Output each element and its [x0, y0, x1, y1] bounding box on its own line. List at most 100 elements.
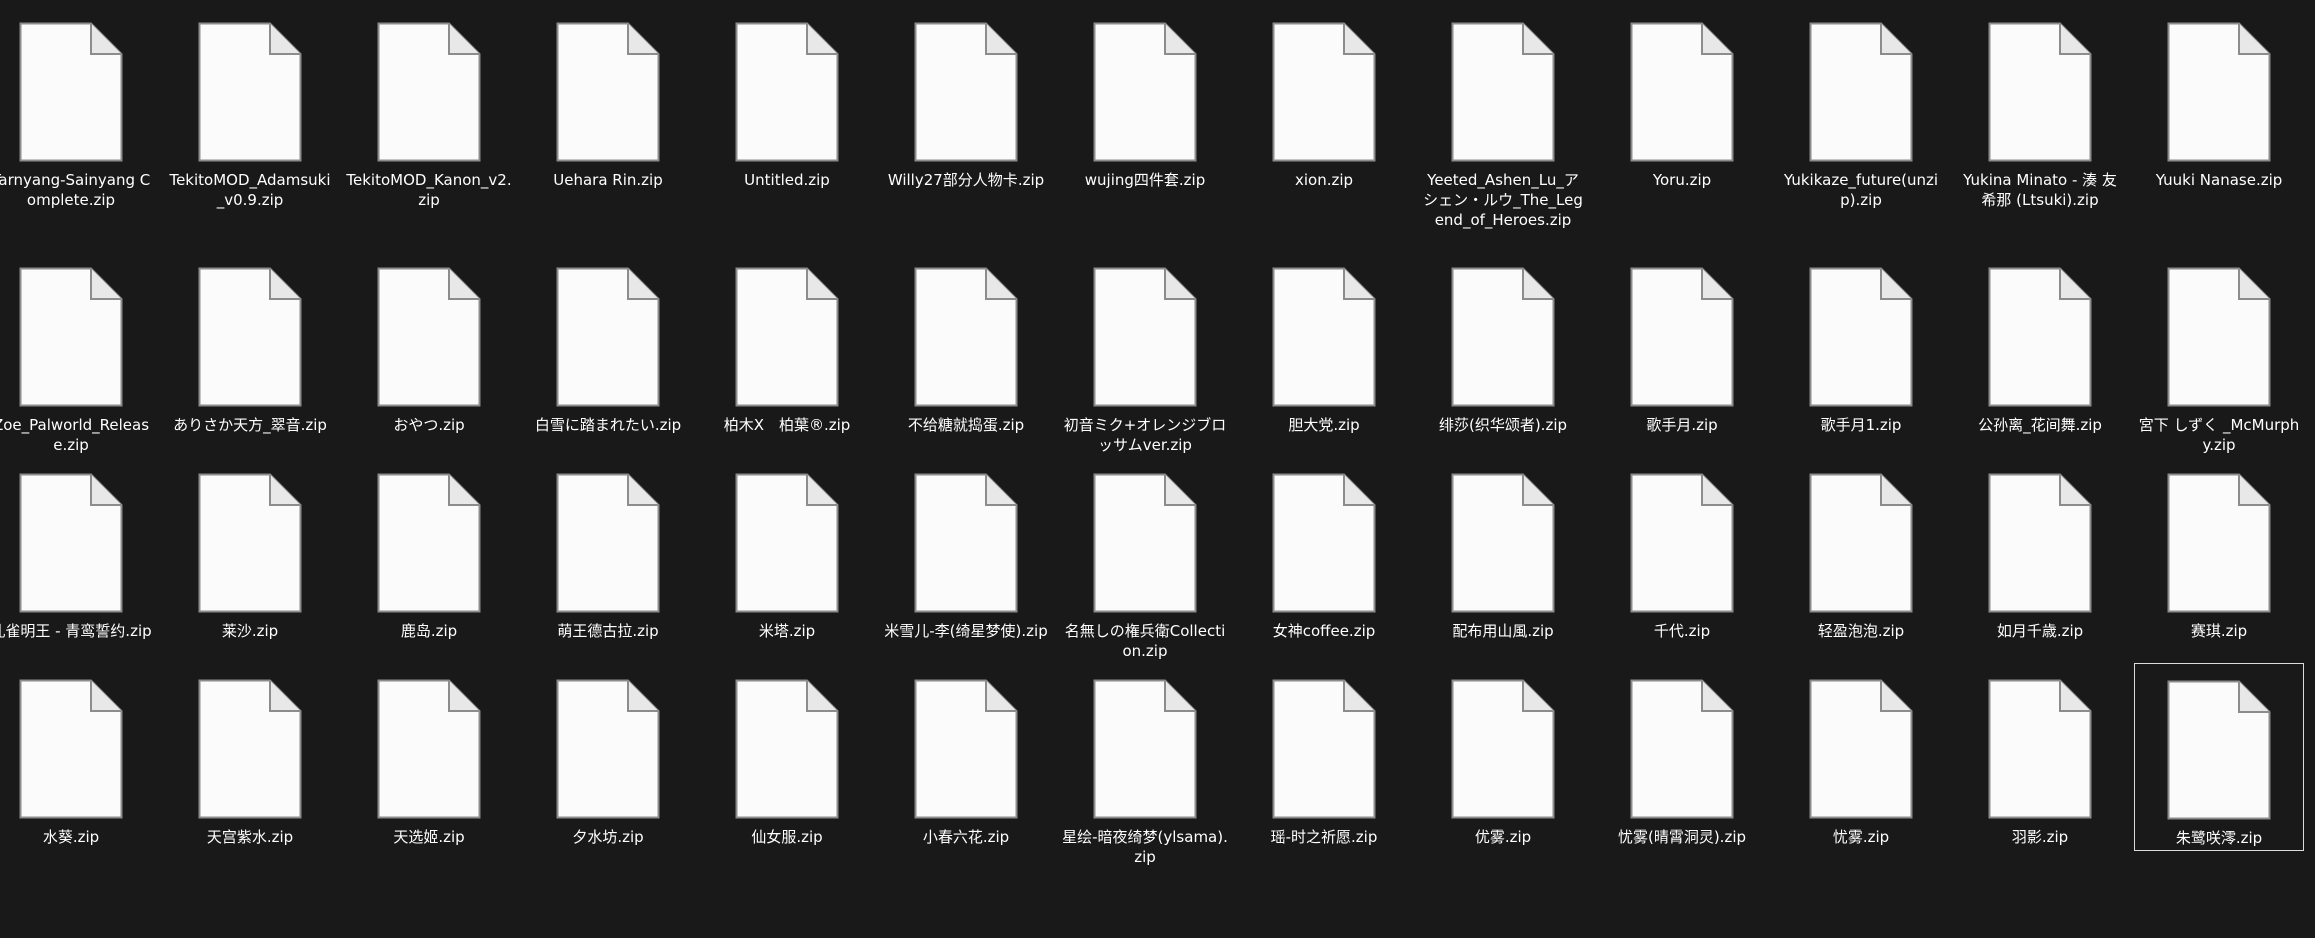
file-name-label: 羽影.zip — [2011, 828, 2069, 846]
file-name-label: 优雾.zip — [1474, 828, 1532, 846]
file-document-icon — [1272, 267, 1376, 407]
file-document-icon — [19, 22, 123, 162]
file-name-label: 轻盈泡泡.zip — [1817, 622, 1905, 640]
file-item[interactable]: 米塔.zip — [702, 457, 872, 691]
file-document-icon — [2167, 22, 2271, 162]
file-item[interactable]: Untitled.zip — [702, 6, 872, 240]
file-name-label: 莱沙.zip — [221, 622, 279, 640]
file-document-icon — [1809, 473, 1913, 613]
file-item[interactable]: 轻盈泡泡.zip — [1776, 457, 1946, 691]
file-name-label: 星绘-暗夜绮梦(ylsama).zip — [1062, 828, 1228, 866]
file-item[interactable]: 羽影.zip — [1955, 663, 2125, 897]
file-item[interactable]: 绯莎(织华颂者).zip — [1418, 251, 1588, 485]
file-name-label: 绯莎(织华颂者).zip — [1438, 416, 1568, 434]
file-item[interactable]: 如月千歳.zip — [1955, 457, 2125, 691]
file-item[interactable]: 胆大党.zip — [1239, 251, 1409, 485]
file-item[interactable]: 公孙离_花间舞.zip — [1955, 251, 2125, 485]
file-item[interactable]: TekitoMOD_Kanon_v2.zip — [344, 6, 514, 240]
file-item[interactable]: 宮下 しずく _McMurphy.zip — [2134, 251, 2304, 485]
file-document-icon — [1630, 267, 1734, 407]
file-item[interactable]: TekitoMOD_Adamsuki_v0.9.zip — [165, 6, 335, 240]
file-name-label: 胆大党.zip — [1288, 416, 1360, 434]
file-name-label: TekitoMOD_Kanon_v2.zip — [346, 171, 512, 209]
file-name-label: 萌王德古拉.zip — [557, 622, 659, 640]
file-item[interactable]: 水葵.zip — [0, 663, 156, 897]
file-name-label: 白雪に踏まれたい.zip — [534, 416, 682, 434]
file-item[interactable]: 孔雀明王 - 青鸾誓约.zip — [0, 457, 156, 691]
file-item[interactable]: Willy27部分人物卡.zip — [881, 6, 1051, 240]
file-item[interactable]: 柏木X 柏葉®.zip — [702, 251, 872, 485]
file-name-label: ありさか天方_翠音.zip — [173, 416, 327, 434]
file-item[interactable]: 不给糖就捣蛋.zip — [881, 251, 1051, 485]
file-document-icon — [914, 267, 1018, 407]
file-document-icon — [1630, 679, 1734, 819]
file-item[interactable]: 萌王德古拉.zip — [523, 457, 693, 691]
file-name-label: 忧雾(晴霄洞灵).zip — [1617, 828, 1747, 846]
file-name-label: 女神coffee.zip — [1272, 622, 1376, 640]
file-item[interactable]: xion.zip — [1239, 6, 1409, 240]
file-item[interactable]: Yuuki Nanase.zip — [2134, 6, 2304, 240]
file-item[interactable]: 夕水坊.zip — [523, 663, 693, 897]
file-item[interactable]: 歌手月1.zip — [1776, 251, 1946, 485]
file-document-icon — [735, 679, 839, 819]
file-document-icon — [198, 267, 302, 407]
file-item[interactable]: 仙女服.zip — [702, 663, 872, 897]
file-name-label: Yoru.zip — [1652, 171, 1712, 189]
file-item[interactable]: Tarnyang-Sainyang Complete.zip — [0, 6, 156, 240]
file-item[interactable]: Uehara Rin.zip — [523, 6, 693, 240]
file-item[interactable]: Yeeted_Ashen_Lu_アシェン・ルウ_The_Legend_of_He… — [1418, 6, 1588, 240]
file-document-icon — [1093, 22, 1197, 162]
file-document-icon — [1093, 267, 1197, 407]
file-document-icon — [914, 473, 1018, 613]
file-item[interactable]: Yoru.zip — [1597, 6, 1767, 240]
file-document-icon — [1272, 22, 1376, 162]
file-item[interactable]: 小春六花.zip — [881, 663, 1051, 897]
file-item[interactable]: 歌手月.zip — [1597, 251, 1767, 485]
file-name-label: 孔雀明王 - 青鸾誓约.zip — [0, 622, 152, 640]
file-name-label: xion.zip — [1294, 171, 1354, 189]
file-document-icon — [2167, 267, 2271, 407]
file-item[interactable]: 星绘-暗夜绮梦(ylsama).zip — [1060, 663, 1230, 897]
file-item[interactable]: 优雾.zip — [1418, 663, 1588, 897]
file-document-icon — [377, 679, 481, 819]
file-document-icon — [1272, 679, 1376, 819]
file-document-icon — [377, 267, 481, 407]
file-item[interactable]: 鹿岛.zip — [344, 457, 514, 691]
file-document-icon — [2167, 473, 2271, 613]
file-item[interactable]: 米雪儿-李(绮星梦使).zip — [881, 457, 1051, 691]
file-document-icon — [1451, 679, 1555, 819]
file-document-icon — [914, 679, 1018, 819]
file-item[interactable]: Yukina Minato - 湊 友希那 (Ltsuki).zip — [1955, 6, 2125, 240]
file-item[interactable]: ありさか天方_翠音.zip — [165, 251, 335, 485]
file-item[interactable]: 忧雾(晴霄洞灵).zip — [1597, 663, 1767, 897]
file-item[interactable]: おやつ.zip — [344, 251, 514, 485]
file-item[interactable]: 赛琪.zip — [2134, 457, 2304, 691]
file-item[interactable]: 女神coffee.zip — [1239, 457, 1409, 691]
file-document-icon — [735, 22, 839, 162]
file-document-icon — [198, 473, 302, 613]
file-item[interactable]: 白雪に踏まれたい.zip — [523, 251, 693, 485]
file-item[interactable]: Yukikaze_future(unzip).zip — [1776, 6, 1946, 240]
file-item[interactable]: 配布用山風.zip — [1418, 457, 1588, 691]
file-name-label: Untitled.zip — [744, 171, 830, 189]
file-item-selected[interactable]: 朱鹭咲澪.zip — [2134, 663, 2304, 851]
file-item[interactable]: 名無しの権兵衛Collection.zip — [1060, 457, 1230, 691]
file-item[interactable]: 天宫紫水.zip — [165, 663, 335, 897]
file-item[interactable]: 千代.zip — [1597, 457, 1767, 691]
file-document-icon — [1093, 473, 1197, 613]
file-name-label: 赛琪.zip — [2190, 622, 2248, 640]
file-item[interactable]: 忧雾.zip — [1776, 663, 1946, 897]
file-item[interactable]: Zoe_Palworld_Release.zip — [0, 251, 156, 485]
file-item[interactable]: 初音ミク+オレンジブロッサムver.zip — [1060, 251, 1230, 485]
file-item[interactable]: 莱沙.zip — [165, 457, 335, 691]
file-name-label: Uehara Rin.zip — [553, 171, 663, 189]
file-document-icon — [198, 679, 302, 819]
file-item[interactable]: 瑶-时之祈愿.zip — [1239, 663, 1409, 897]
file-document-icon — [1988, 267, 2092, 407]
file-document-icon — [1451, 267, 1555, 407]
file-grid: Tarnyang-Sainyang Complete.zip TekitoMOD_… — [0, 0, 2315, 938]
file-item[interactable]: wujing四件套.zip — [1060, 6, 1230, 240]
file-name-label: Willy27部分人物卡.zip — [887, 171, 1045, 189]
file-document-icon — [1093, 679, 1197, 819]
file-item[interactable]: 天选姬.zip — [344, 663, 514, 897]
